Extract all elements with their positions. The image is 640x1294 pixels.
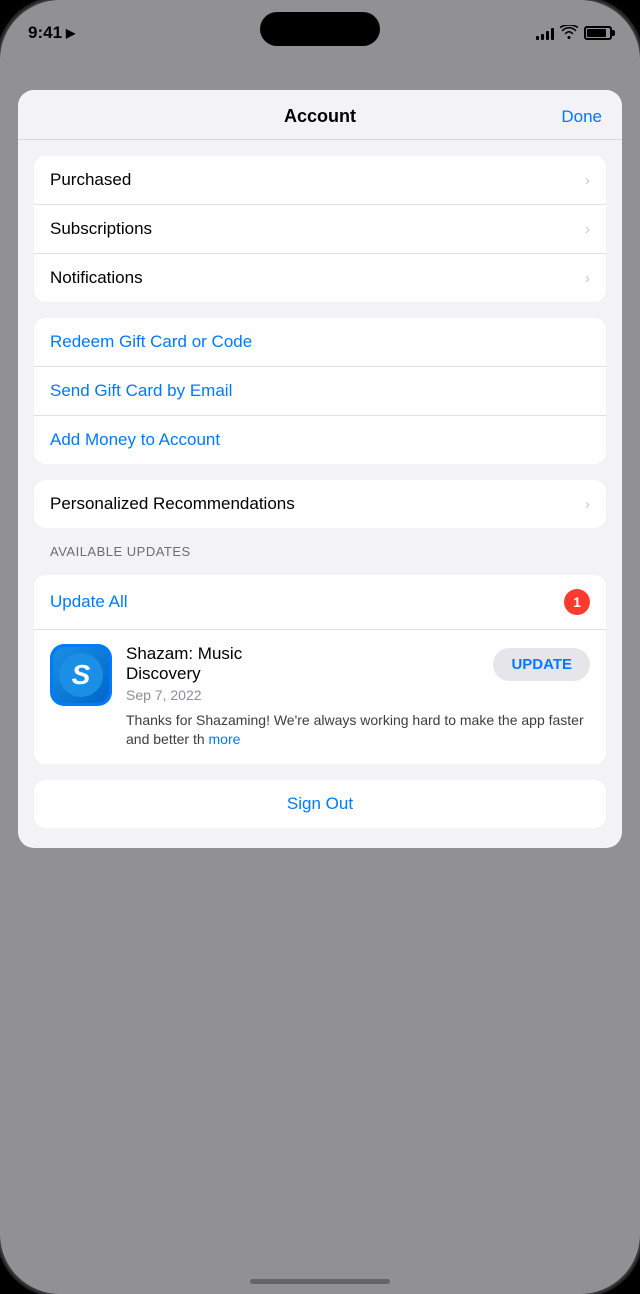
- home-indicator[interactable]: [250, 1279, 390, 1284]
- battery-fill: [587, 29, 606, 37]
- subscriptions-row[interactable]: Subscriptions ›: [34, 205, 606, 254]
- gift-card-group: Redeem Gift Card or Code Send Gift Card …: [34, 318, 606, 464]
- shazam-app-info: Shazam: MusicDiscovery Sep 7, 2022 UPDAT…: [126, 644, 590, 750]
- personalized-recommendations-row[interactable]: Personalized Recommendations ›: [34, 480, 606, 528]
- shazam-app-description: Thanks for Shazaming! We're always worki…: [126, 711, 590, 750]
- sign-out-label: Sign Out: [287, 794, 353, 814]
- notifications-row[interactable]: Notifications ›: [34, 254, 606, 302]
- done-button[interactable]: Done: [561, 107, 602, 127]
- chevron-right-icon: ›: [585, 270, 590, 287]
- updates-group: Update All 1 S: [34, 575, 606, 764]
- location-icon: ▶: [66, 26, 75, 40]
- shazam-update-row: S Shazam: MusicDiscovery Sep 7, 2022: [34, 630, 606, 764]
- signal-bar-1: [536, 36, 539, 40]
- shazam-update-button[interactable]: UPDATE: [493, 648, 590, 681]
- shazam-app-date: Sep 7, 2022: [126, 687, 242, 703]
- update-all-row[interactable]: Update All 1: [34, 575, 606, 630]
- send-gift-card-label: Send Gift Card by Email: [50, 381, 232, 401]
- notifications-label: Notifications: [50, 268, 143, 288]
- modal-sheet: Account Done Purchased › Subscriptions ›: [18, 90, 622, 848]
- wifi-icon: [560, 25, 578, 42]
- sign-out-row[interactable]: Sign Out: [34, 780, 606, 828]
- chevron-right-icon: ›: [585, 221, 590, 238]
- chevron-right-icon: ›: [585, 496, 590, 513]
- redeem-gift-card-row[interactable]: Redeem Gift Card or Code: [34, 318, 606, 367]
- purchased-label: Purchased: [50, 170, 131, 190]
- shazam-icon: S: [53, 647, 109, 703]
- modal-overlay: Account Done Purchased › Subscriptions ›: [0, 0, 640, 1294]
- redeem-gift-card-label: Redeem Gift Card or Code: [50, 332, 252, 352]
- update-all-label: Update All: [50, 592, 128, 612]
- signal-bar-4: [551, 28, 554, 40]
- update-badge: 1: [564, 589, 590, 615]
- send-gift-card-row[interactable]: Send Gift Card by Email: [34, 367, 606, 416]
- shazam-app-icon: S: [50, 644, 112, 706]
- dynamic-island: [260, 12, 380, 46]
- modal-title: Account: [284, 106, 356, 127]
- sign-out-group: Sign Out: [34, 780, 606, 828]
- status-icons: [536, 25, 612, 42]
- account-options-group: Purchased › Subscriptions › Notification…: [34, 156, 606, 302]
- battery-icon: [584, 26, 612, 40]
- signal-bars-icon: [536, 26, 554, 40]
- subscriptions-label: Subscriptions: [50, 219, 152, 239]
- phone-screen: 9:41 ▶: [0, 0, 640, 1294]
- chevron-right-icon: ›: [585, 172, 590, 189]
- shazam-app-name: Shazam: MusicDiscovery: [126, 644, 242, 685]
- signal-bar-2: [541, 34, 544, 40]
- purchased-row[interactable]: Purchased ›: [34, 156, 606, 205]
- modal-header: Account Done: [18, 90, 622, 140]
- add-money-label: Add Money to Account: [50, 430, 220, 450]
- modal-content: Purchased › Subscriptions › Notification…: [18, 140, 622, 848]
- add-money-row[interactable]: Add Money to Account: [34, 416, 606, 464]
- personalized-recommendations-label: Personalized Recommendations: [50, 494, 295, 514]
- recommendations-group: Personalized Recommendations ›: [34, 480, 606, 528]
- signal-bar-3: [546, 31, 549, 40]
- available-updates-label: AVAILABLE UPDATES: [50, 544, 606, 559]
- status-time: 9:41 ▶: [28, 23, 75, 43]
- svg-text:S: S: [72, 659, 91, 690]
- phone-shell: 9:41 ▶: [0, 0, 640, 1294]
- more-link[interactable]: more: [209, 731, 241, 747]
- time-label: 9:41: [28, 23, 62, 43]
